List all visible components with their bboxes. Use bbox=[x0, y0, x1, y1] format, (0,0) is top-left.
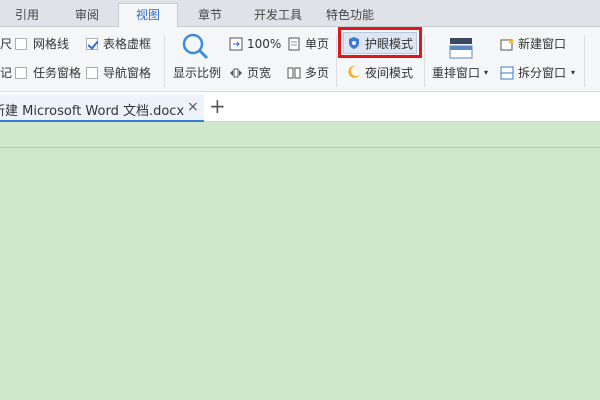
ruler-area bbox=[0, 122, 600, 148]
rearrange-window-button[interactable]: 重排窗口 bbox=[432, 65, 480, 81]
document-tab[interactable]: 新建 Microsoft Word 文档.docx × bbox=[0, 94, 204, 122]
tab-features[interactable]: 特色功能 bbox=[324, 4, 376, 27]
new-tab-button[interactable]: + bbox=[209, 94, 226, 118]
nav-pane-label[interactable]: 导航窗格 bbox=[103, 65, 151, 81]
table-gridlines-checkbox[interactable] bbox=[86, 38, 98, 50]
ribbon-separator bbox=[336, 35, 337, 87]
task-pane-checkbox[interactable] bbox=[15, 67, 27, 79]
multi-page-button[interactable]: 多页 bbox=[305, 65, 329, 81]
ribbon: 尺 网格线 表格虚框 100% 单页 护眼模式 新建窗口 记 任务窗格 导航窗格 bbox=[0, 27, 600, 92]
tab-reference[interactable]: 引用 bbox=[14, 4, 40, 27]
moon-icon bbox=[348, 65, 360, 78]
zoom-ratio-button[interactable]: 显示比例 bbox=[173, 65, 221, 81]
split-window-button[interactable]: 拆分窗口 bbox=[518, 65, 566, 81]
rearrange-dropdown-icon[interactable]: ▾ bbox=[484, 65, 488, 81]
tab-developer[interactable]: 开发工具 bbox=[252, 4, 304, 27]
night-mode-button[interactable]: 夜间模式 bbox=[365, 65, 413, 81]
table-gridlines-label[interactable]: 表格虚框 bbox=[103, 36, 151, 52]
zoom-100-button[interactable]: 100% bbox=[247, 36, 281, 52]
nav-pane-checkbox[interactable] bbox=[86, 67, 98, 79]
task-pane-label[interactable]: 任务窗格 bbox=[33, 65, 81, 81]
ribbon-separator bbox=[164, 35, 165, 87]
document-tab-bar: 新建 Microsoft Word 文档.docx × + bbox=[0, 92, 600, 122]
ruler-label[interactable]: 尺 bbox=[0, 36, 12, 52]
fit-100-icon bbox=[229, 37, 243, 51]
split-dropdown-icon[interactable]: ▾ bbox=[571, 65, 575, 81]
rearrange-window-icon[interactable] bbox=[448, 35, 474, 61]
page-width-icon bbox=[230, 68, 242, 78]
close-icon[interactable]: × bbox=[187, 99, 199, 115]
single-page-button[interactable]: 单页 bbox=[305, 36, 329, 52]
new-window-icon bbox=[500, 38, 514, 51]
ribbon-separator bbox=[424, 35, 425, 87]
document-page[interactable] bbox=[0, 148, 600, 400]
document-tab-title: 新建 Microsoft Word 文档.docx bbox=[0, 104, 185, 119]
tab-chapter[interactable]: 章节 bbox=[196, 4, 224, 27]
eye-mode-highlight-box bbox=[338, 27, 422, 58]
page-width-button[interactable]: 页宽 bbox=[247, 65, 271, 81]
tab-review[interactable]: 审阅 bbox=[74, 4, 100, 27]
multi-page-icon bbox=[287, 67, 301, 79]
tab-view[interactable]: 视图 bbox=[118, 3, 178, 28]
gridlines-checkbox[interactable] bbox=[15, 38, 27, 50]
ribbon-separator bbox=[584, 35, 585, 87]
split-window-icon bbox=[500, 66, 514, 80]
menu-bar: 引用 审阅 视图 章节 开发工具 特色功能 bbox=[0, 0, 600, 28]
mark-label[interactable]: 记 bbox=[0, 65, 12, 81]
magnifier-icon[interactable] bbox=[180, 31, 210, 61]
single-page-icon bbox=[288, 37, 300, 51]
gridlines-label[interactable]: 网格线 bbox=[33, 36, 69, 52]
new-window-button[interactable]: 新建窗口 bbox=[518, 36, 566, 52]
